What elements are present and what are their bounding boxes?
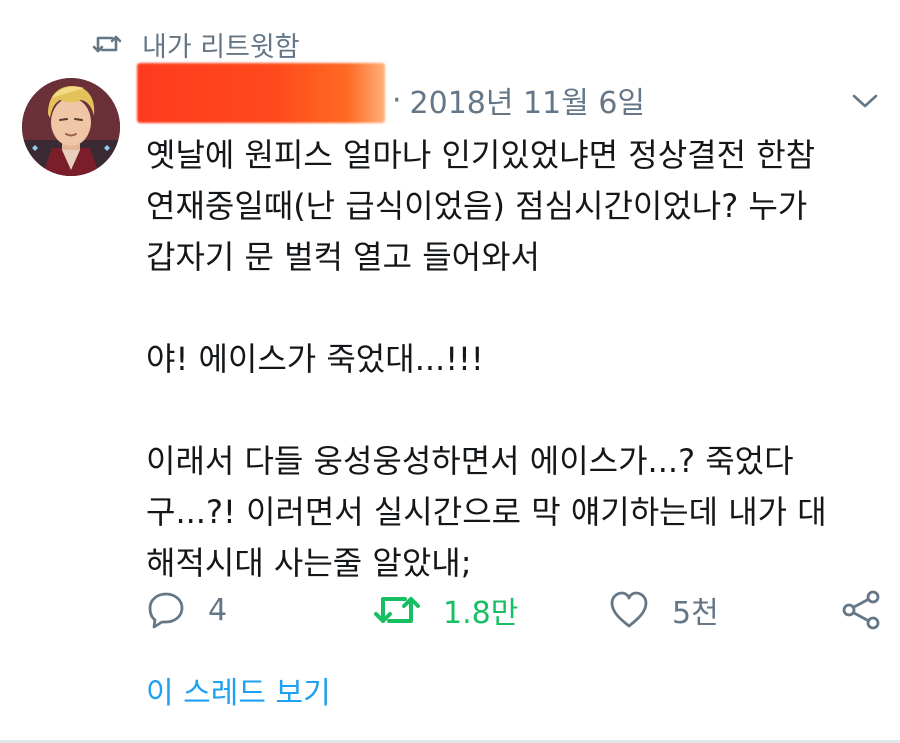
tweet-line: 갑자기 문 벌컥 열고 들어와서	[146, 238, 540, 276]
reply-button[interactable]: 4	[146, 582, 227, 638]
avatar-image	[22, 78, 120, 176]
like-button[interactable]: 5천	[608, 582, 719, 638]
heart-icon	[610, 591, 648, 628]
share-icon	[842, 590, 880, 630]
tweet-line: 연재중일때(난 급식이었음) 점심시간이었나? 누가	[146, 187, 808, 225]
retweet-header-label: 내가 리트윗함	[142, 31, 300, 63]
tweet-line-blank	[146, 385, 886, 436]
tweet-line-blank	[146, 283, 886, 334]
show-thread-link[interactable]: 이 스레드 보기	[146, 668, 331, 712]
tweet-line: 야! 에이스가 죽었대...!!!	[146, 340, 484, 378]
retweet-icon	[374, 597, 420, 623]
like-count: 5천	[672, 596, 719, 631]
tweet-meta: · 2018년 11월 6일	[392, 78, 645, 122]
tweet-card[interactable]: 내가 리트윗함 · 2018년 11월 6일 옛날에 원피스 얼마나 인기있었냐…	[0, 0, 900, 743]
tweet-text: 옛날에 원피스 얼마나 인기있었냐면 정상결전 한참 연재중일때(난 급식이었음…	[146, 130, 886, 589]
retweet-header: 내가 리트윗함	[92, 26, 300, 63]
share-button[interactable]	[840, 582, 882, 638]
retweet-button[interactable]: 1.8만	[373, 582, 518, 638]
meta-separator: ·	[392, 82, 402, 118]
tweet-line: 구...?! 이러면서 실시간으로 막 얘기하는데 내가 대	[146, 493, 827, 531]
reply-icon	[148, 592, 184, 629]
reply-count: 4	[208, 592, 228, 628]
retweet-icon	[92, 35, 122, 53]
retweet-count: 1.8만	[443, 596, 519, 631]
avatar[interactable]	[22, 78, 120, 176]
tweet-line: 이래서 다들 웅성웅성하면서 에이스가...? 죽었다	[146, 442, 794, 480]
tweet-line: 옛날에 원피스 얼마나 인기있었냐면 정상결전 한참	[146, 136, 816, 174]
action-bar: 4 1.8만 5천	[0, 582, 900, 638]
tweet-date[interactable]: 2018년 11월 6일	[410, 78, 645, 122]
chevron-down-icon[interactable]	[850, 90, 880, 112]
author-name-redacted	[137, 63, 385, 123]
